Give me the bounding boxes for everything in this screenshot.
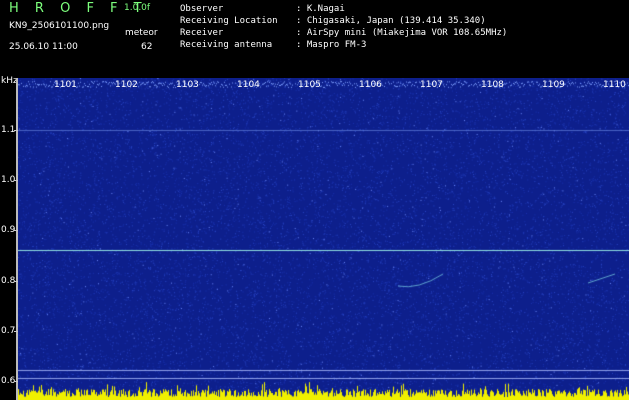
spectrogram-heatmap — [18, 78, 629, 400]
y-tick-mark — [14, 180, 18, 181]
datetime-label: 25.06.10 11:00 — [9, 42, 78, 52]
minute-label: 1101 — [54, 80, 77, 90]
y-tick-mark — [14, 230, 18, 231]
minute-label: 1105 — [298, 80, 321, 90]
info-key-receiver: Receiver — [180, 28, 224, 38]
minute-label: 1103 — [176, 80, 199, 90]
y-tick-mark — [14, 281, 18, 282]
minute-label: 1110 — [603, 80, 626, 90]
minute-label: 1104 — [237, 80, 260, 90]
minute-label: 1107 — [420, 80, 443, 90]
meteor-label: meteor — [125, 28, 158, 38]
minute-label: 1108 — [481, 80, 504, 90]
y-tick-mark — [14, 130, 18, 131]
info-key-antenna: Receiving antenna — [180, 40, 273, 50]
minute-label: 1102 — [115, 80, 138, 90]
info-value-location: : Chigasaki, Japan (139.414 35.340) — [296, 16, 486, 26]
info-key-observer: Observer — [180, 4, 224, 14]
version-label: 1.0.0f — [124, 3, 151, 13]
info-value-antenna: : Maspro FM-3 — [296, 40, 367, 50]
y-tick-mark — [14, 331, 18, 332]
header-panel: H R O F F T 1.0.0f KN9_2506101100.png me… — [0, 0, 629, 78]
info-value-receiver: : AirSpy mini (Miakejima VOR 108.65MHz) — [296, 28, 508, 38]
info-value-observer: : K.Nagai — [296, 4, 345, 14]
filename-label: KN9_2506101100.png — [9, 21, 110, 31]
meteor-count: 62 — [141, 42, 153, 52]
info-key-location: Receiving Location — [180, 16, 278, 26]
minute-label: 1106 — [359, 80, 382, 90]
minute-label: 1109 — [542, 80, 565, 90]
y-tick-mark — [14, 381, 18, 382]
